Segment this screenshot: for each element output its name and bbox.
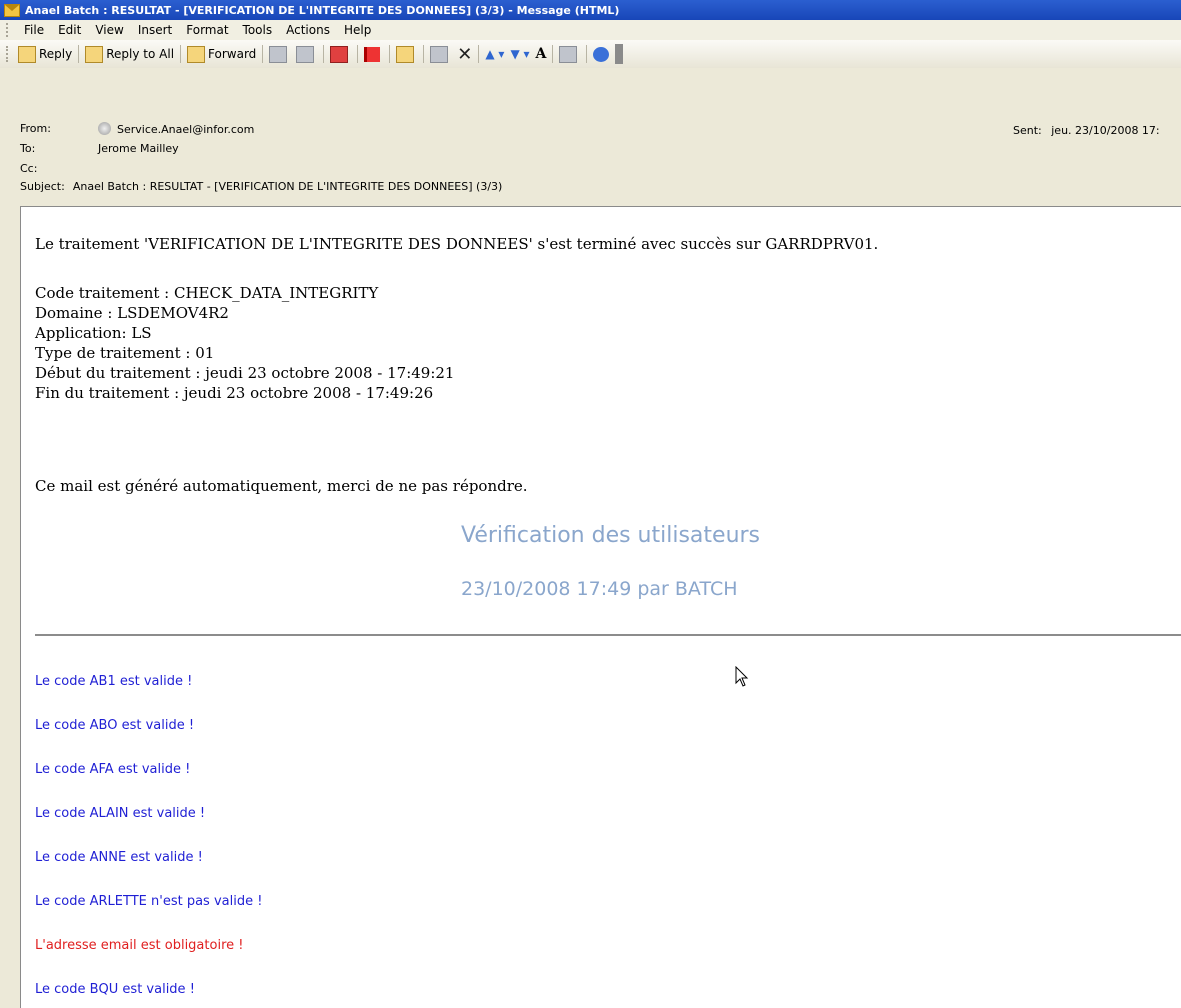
print-button[interactable]	[266, 43, 293, 65]
result-line: Le code BQU est valide !	[35, 982, 195, 997]
result-line: Le code AB1 est valide !	[35, 674, 193, 689]
toolbar-separator	[262, 45, 264, 63]
menu-help[interactable]: Help	[337, 23, 378, 37]
envelope-icon	[4, 3, 20, 17]
reply-all-button[interactable]: Reply to All	[82, 43, 177, 65]
reply-icon	[18, 45, 36, 63]
font-size-button[interactable]: A	[533, 43, 550, 65]
detail-end: Fin du traitement : jeudi 23 octobre 200…	[35, 384, 434, 402]
encoding-button[interactable]	[556, 43, 583, 65]
cc-label: Cc:	[20, 162, 38, 175]
toolbar-separator	[357, 45, 359, 63]
toolbar-separator	[323, 45, 325, 63]
copy-icon	[296, 45, 315, 63]
help-icon	[593, 46, 610, 62]
down-arrow-icon: ▼ ▾	[510, 47, 530, 61]
menu-view[interactable]: View	[88, 23, 130, 37]
result-line: Le code AFA est valide !	[35, 762, 191, 777]
delete-icon: ✕	[457, 43, 473, 65]
detail-code: Code traitement : CHECK_DATA_INTEGRITY	[35, 284, 379, 302]
from-row: From: Service.Anael@infor.com	[20, 122, 254, 136]
subject-label: Subject:	[20, 180, 65, 193]
delete-button[interactable]: ✕	[454, 43, 475, 65]
folder-icon	[430, 45, 449, 63]
menu-edit[interactable]: Edit	[51, 23, 88, 37]
detail-application: Application: LS	[35, 324, 152, 342]
menu-tools[interactable]: Tools	[236, 23, 280, 37]
move-button[interactable]	[327, 43, 354, 65]
from-label: From:	[20, 122, 51, 135]
detail-start: Début du traitement : jeudi 23 octobre 2…	[35, 364, 455, 382]
result-error-line: L'adresse email est obligatoire !	[35, 938, 244, 953]
forward-icon	[187, 45, 206, 63]
junk-button[interactable]	[393, 43, 420, 65]
toolbar-separator	[552, 45, 554, 63]
up-arrow-icon: ▲ ▾	[485, 47, 505, 61]
reply-button[interactable]: Reply	[15, 43, 75, 65]
reply-all-icon	[85, 45, 104, 63]
window-title: Anael Batch : RESULTAT - [VERIFICATION D…	[25, 3, 620, 17]
copy-button[interactable]	[293, 43, 320, 65]
to-value[interactable]: Jerome Mailley	[98, 142, 179, 155]
presence-icon	[98, 122, 111, 135]
message-header: From: Service.Anael@infor.com To: Jerome…	[0, 68, 1181, 206]
menubar-grip	[6, 23, 11, 37]
move-to-folder-icon	[330, 45, 349, 63]
forward-button[interactable]: Forward	[184, 43, 259, 65]
detail-type: Type de traitement : 01	[35, 344, 215, 362]
toolbar-separator	[389, 45, 391, 63]
printer-icon	[269, 45, 288, 63]
toolbar-grip	[6, 46, 11, 62]
from-value[interactable]: Service.Anael@infor.com	[98, 122, 254, 136]
subject-row: Subject: Anael Batch : RESULTAT - [VERIF…	[20, 180, 502, 193]
result-line: Le code ABO est valide !	[35, 718, 195, 733]
sent-label: Sent:	[1013, 124, 1042, 137]
result-line: Le code ALAIN est valide !	[35, 806, 206, 821]
reply-label: Reply	[39, 47, 73, 61]
message-body[interactable]: Le traitement 'VERIFICATION DE L'INTEGRI…	[20, 206, 1181, 1008]
flag-button[interactable]	[361, 43, 386, 65]
previous-item-button[interactable]: ▲ ▾	[482, 43, 507, 65]
reply-all-label: Reply to All	[106, 47, 175, 61]
menu-format[interactable]: Format	[179, 23, 235, 37]
sent-value: jeu. 23/10/2008 17:	[1051, 124, 1160, 137]
toolbar-separator	[180, 45, 182, 63]
menu-insert[interactable]: Insert	[131, 23, 179, 37]
horizontal-rule	[35, 634, 1181, 636]
menu-actions[interactable]: Actions	[279, 23, 337, 37]
mouse-cursor-icon	[735, 666, 749, 687]
from-address: Service.Anael@infor.com	[117, 123, 255, 136]
menu-file[interactable]: File	[17, 23, 51, 37]
report-subtitle: 23/10/2008 17:49 par BATCH	[461, 578, 738, 600]
to-row: To: Jerome Mailley	[20, 142, 179, 155]
toolbar-separator	[586, 45, 588, 63]
standard-toolbar: Reply Reply to All Forward ✕ ▲ ▾ ▼ ▾ A	[0, 40, 1181, 69]
sent-row: Sent: jeu. 23/10/2008 17:	[1013, 124, 1160, 137]
font-size-icon: A	[535, 46, 547, 62]
forward-label: Forward	[208, 47, 257, 61]
encoding-icon	[559, 45, 578, 63]
details-block: Code traitement : CHECK_DATA_INTEGRITY D…	[35, 283, 454, 403]
toolbar-options-button[interactable]	[615, 44, 624, 64]
flag-icon	[364, 46, 381, 62]
results-list: Le code AB1 est valide ! Le code ABO est…	[35, 674, 262, 1008]
move-to-folder-button[interactable]	[427, 43, 454, 65]
junk-mail-icon	[396, 45, 415, 63]
closing-text: Ce mail est généré automatiquement, merc…	[35, 477, 528, 495]
next-item-button[interactable]: ▼ ▾	[507, 43, 532, 65]
report-title: Vérification des utilisateurs	[461, 523, 761, 548]
menu-bar: File Edit View Insert Format Tools Actio…	[0, 20, 1181, 41]
result-line: Le code ARLETTE n'est pas valide !	[35, 894, 263, 909]
result-line: Le code ANNE est valide !	[35, 850, 203, 865]
help-button[interactable]	[590, 43, 615, 65]
detail-domain: Domaine : LSDEMOV4R2	[35, 304, 229, 322]
window-titlebar: Anael Batch : RESULTAT - [VERIFICATION D…	[0, 0, 1181, 20]
toolbar-separator	[78, 45, 80, 63]
toolbar-separator	[423, 45, 425, 63]
cc-row: Cc:	[20, 162, 70, 175]
toolbar-separator	[478, 45, 480, 63]
intro-text: Le traitement 'VERIFICATION DE L'INTEGRI…	[35, 235, 879, 253]
subject-value: Anael Batch : RESULTAT - [VERIFICATION D…	[72, 180, 503, 193]
to-label: To:	[20, 142, 36, 155]
